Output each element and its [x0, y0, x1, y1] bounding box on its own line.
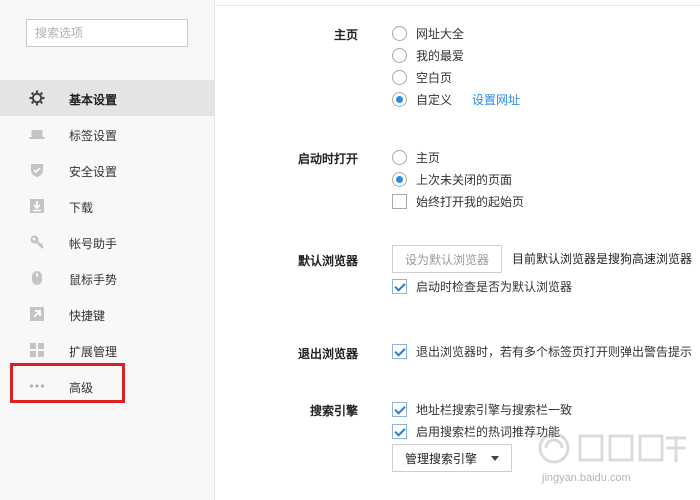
search-engine-sync-option[interactable]: 地址栏搜索引擎与搜索栏一致 [392, 400, 572, 418]
checkbox-checked[interactable] [392, 343, 407, 359]
radio-button-selected[interactable] [392, 171, 407, 187]
sidebar-item-label: 快捷键 [69, 309, 106, 323]
radio-button[interactable] [392, 25, 407, 41]
sidebar-item-basic-settings[interactable]: 基本设置 [0, 80, 215, 116]
sidebar-item-account-assistant[interactable]: 帐号助手 [0, 224, 215, 260]
sidebar-item-tab-settings[interactable]: 标签设置 [0, 116, 215, 152]
startup-option-last-session[interactable]: 上次未关闭的页面 [392, 170, 512, 188]
sidebar-item-label: 基本设置 [69, 93, 118, 107]
shortcut-arrow-icon [29, 306, 45, 322]
sidebar-item-shortcuts[interactable]: 快捷键 [0, 296, 215, 332]
sidebar-item-security-settings[interactable]: 安全设置 [0, 152, 215, 188]
option-label: 自定义 [416, 92, 453, 107]
startup-always-open-start-page[interactable]: 始终打开我的起始页 [392, 192, 524, 210]
watermark-text: jingyan.baidu.com [542, 472, 631, 484]
checkbox-checked[interactable] [392, 401, 407, 417]
sidebar-item-label: 标签设置 [69, 129, 118, 143]
homepage-option-custom[interactable]: 自定义 设置网址 [392, 90, 520, 108]
gear-icon [29, 90, 45, 106]
option-label: 网址大全 [416, 26, 465, 41]
sidebar-item-mouse-gestures[interactable]: 鼠标手势 [0, 260, 215, 296]
radio-button-selected[interactable] [392, 91, 407, 107]
sidebar-item-label: 下载 [69, 201, 94, 215]
check-default-on-start[interactable]: 启动时检查是否为默认浏览器 [392, 277, 572, 295]
default-browser-section-title: 默认浏览器 [297, 254, 358, 268]
sidebar-item-label: 帐号助手 [69, 237, 118, 251]
top-divider [216, 5, 700, 6]
exit-browser-section-title: 退出浏览器 [297, 347, 358, 361]
laptop-icon [29, 126, 45, 142]
checkbox-checked[interactable] [392, 423, 407, 439]
option-label: 上次未关闭的页面 [416, 172, 513, 187]
settings-nav: 基本设置 标签设置 安全设置 下载 帐号助手 鼠标手势 快捷键 扩展管理 高级 [0, 80, 215, 404]
radio-button[interactable] [392, 149, 407, 165]
sidebar-item-label: 安全设置 [69, 165, 118, 179]
homepage-option-blank[interactable]: 空白页 [392, 68, 452, 86]
option-label: 主页 [416, 150, 441, 165]
radio-button[interactable] [392, 69, 407, 85]
set-url-link[interactable]: 设置网址 [472, 91, 520, 108]
option-label: 启动时检查是否为默认浏览器 [416, 279, 573, 294]
advanced-highlight-annotation [10, 363, 125, 403]
download-icon [29, 198, 45, 214]
default-browser-status: 目前默认浏览器是搜狗高速浏览器 [512, 252, 693, 266]
option-label: 始终打开我的起始页 [416, 194, 525, 209]
homepage-option-favorites[interactable]: 我的最爱 [392, 46, 464, 64]
exit-warn-multiple-tabs[interactable]: 退出浏览器时，若有多个标签页打开则弹出警告提示 [392, 342, 692, 360]
search-engine-section-title: 搜索引擎 [309, 404, 358, 418]
settings-sidebar: 基本设置 标签设置 安全设置 下载 帐号助手 [0, 0, 215, 500]
button-label: 管理搜索引擎 [405, 451, 478, 466]
search-options-input[interactable] [26, 19, 188, 47]
radio-button[interactable] [392, 47, 407, 63]
set-default-browser-button[interactable]: 设为默认浏览器 [392, 245, 503, 273]
mouse-icon [29, 270, 45, 286]
homepage-option-nav-sites[interactable]: 网址大全 [392, 24, 464, 42]
sidebar-item-download[interactable]: 下载 [0, 188, 215, 224]
option-label: 空白页 [416, 70, 453, 85]
startup-section-title: 启动时打开 [297, 152, 358, 166]
sidebar-item-label: 扩展管理 [69, 345, 118, 359]
option-label: 退出浏览器时，若有多个标签页打开则弹出警告提示 [416, 344, 693, 359]
checkbox[interactable] [392, 193, 407, 209]
homepage-section-title: 主页 [333, 28, 358, 42]
shield-icon [29, 162, 45, 178]
chevron-down-icon [491, 455, 499, 461]
option-label: 地址栏搜索引擎与搜索栏一致 [416, 402, 573, 417]
option-label: 我的最爱 [416, 48, 465, 63]
checkbox-checked[interactable] [392, 278, 407, 294]
key-icon [29, 234, 45, 250]
sidebar-item-label: 鼠标手势 [69, 273, 118, 287]
startup-option-homepage[interactable]: 主页 [392, 148, 440, 166]
manage-search-engines-button[interactable]: 管理搜索引擎 [392, 444, 512, 472]
extensions-grid-icon [29, 342, 45, 358]
